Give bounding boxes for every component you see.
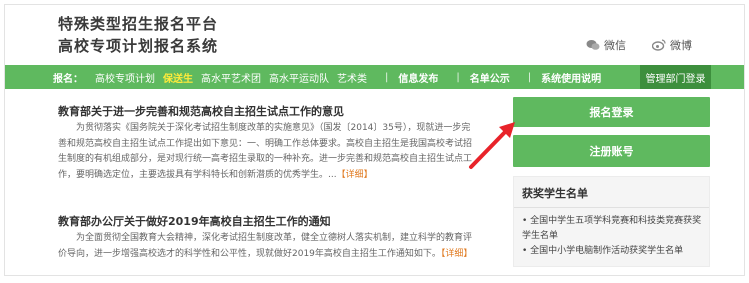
nav-prefix: 报名：	[53, 73, 83, 85]
nav-item-recommended[interactable]: 保送生	[163, 70, 193, 85]
weibo-label: 微博	[670, 39, 692, 52]
site-title-line1: 特殊类型招生报名平台	[58, 15, 219, 33]
weibo-link[interactable]: 微博	[651, 37, 692, 53]
nav-divider: |	[527, 71, 532, 83]
nav-item-list[interactable]: 名单公示	[470, 70, 510, 85]
nav-item-guide[interactable]: 系统使用说明	[541, 70, 601, 85]
article-body: 为贯彻落实《国务院关于深化考试招生制度改革的实施意见》（国发〔2014〕35号）…	[58, 123, 473, 180]
article-excerpt: 为贯彻落实《国务院关于深化考试招生制度改革的实施意见》（国发〔2014〕35号）…	[58, 121, 478, 183]
nav-item-art-troupe[interactable]: 高水平艺术团	[201, 70, 261, 85]
site-title-line2: 高校专项计划报名系统	[58, 37, 219, 55]
page-frame: 特殊类型招生报名平台 高校专项计划报名系统 微信 微博 报名： 高校专项计划 保…	[4, 4, 745, 276]
admin-login-button[interactable]: 管理部门登录	[640, 65, 711, 89]
awards-panel: 获奖学生名单 • 全国中学生五项学科竞赛和科技类竞赛获奖学生名单 • 全国中小学…	[513, 176, 710, 267]
nav-divider: |	[456, 71, 460, 83]
wechat-icon	[586, 39, 600, 51]
article-title[interactable]: 教育部关于进一步完善和规范高校自主招生试点工作的意见	[58, 103, 344, 119]
nav-item-arts[interactable]: 艺术类	[337, 70, 367, 85]
nav-item-special-plan[interactable]: 高校专项计划	[95, 70, 155, 85]
main-nav: 报名： 高校专项计划 保送生 高水平艺术团 高水平运动队 艺术类 | 信息发布 …	[5, 65, 744, 89]
divider	[514, 207, 709, 208]
article-title[interactable]: 教育部办公厅关于做好2019年高校自主招生工作的通知	[58, 213, 331, 229]
red-arrow-icon	[469, 122, 515, 169]
register-login-button[interactable]: 报名登录	[513, 97, 710, 127]
header: 特殊类型招生报名平台 高校专项计划报名系统 微信 微博	[5, 5, 744, 61]
awards-title: 获奖学生名单	[522, 187, 588, 200]
article-more-link[interactable]: 【详细】	[441, 249, 473, 259]
nav-divider: |	[385, 71, 389, 83]
wechat-label: 微信	[604, 39, 626, 52]
create-account-button[interactable]: 注册账号	[513, 135, 710, 167]
nav-item-info[interactable]: 信息发布	[398, 70, 438, 85]
weibo-icon	[651, 39, 666, 51]
nav-item-sports-team[interactable]: 高水平运动队	[269, 70, 329, 85]
article-excerpt: 为全面贯彻全国教育大会精神，深化考试招生制度改革，健全立德树人落实机制，建立科学…	[58, 231, 478, 262]
wechat-link[interactable]: 微信	[586, 37, 626, 53]
awards-list-item[interactable]: • 全国中学生五项学科竞赛和科技类竞赛获奖学生名单	[522, 214, 702, 244]
awards-list-item[interactable]: • 全国中小学电脑制作活动获奖学生名单	[522, 244, 702, 259]
article-more-link[interactable]: 【详细】	[337, 170, 373, 180]
article-body: 为全面贯彻全国教育大会精神，深化考试招生制度改革，健全立德树人落实机制，建立科学…	[58, 233, 473, 259]
